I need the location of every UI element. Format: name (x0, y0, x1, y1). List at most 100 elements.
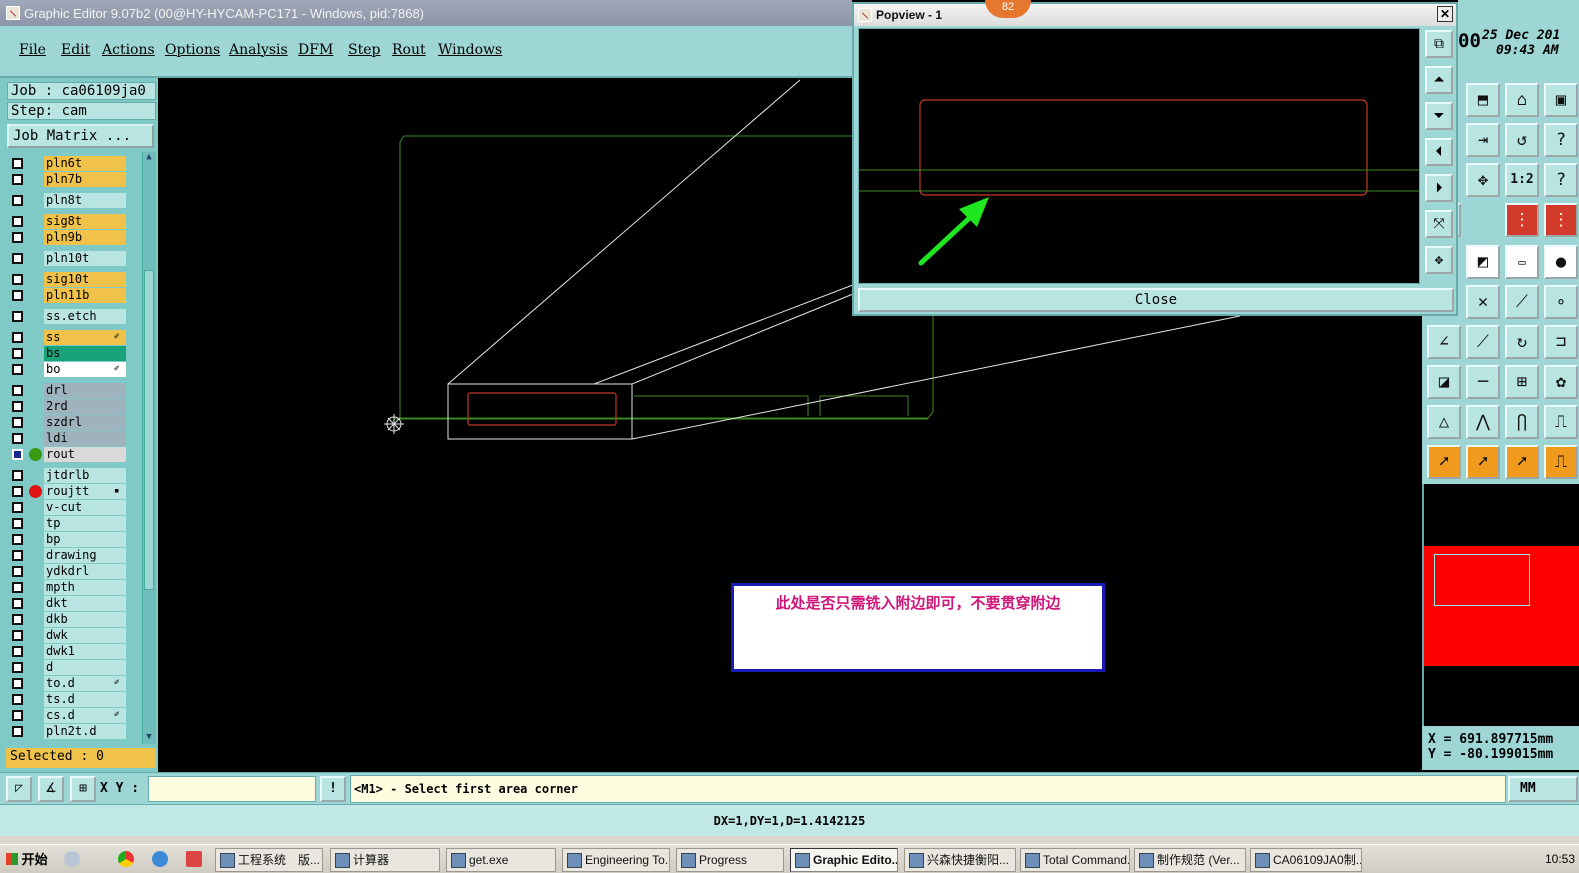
layer-name[interactable]: bp (44, 532, 126, 547)
layer-row[interactable]: sig8t (7, 214, 141, 229)
task-item[interactable]: 计算器 (330, 848, 440, 872)
layer-row[interactable]: mpth (7, 580, 141, 595)
layer-name[interactable]: pln11b (44, 288, 126, 303)
select-dark-pointer-icon[interactable]: ➚ (1505, 445, 1539, 479)
zoom-1-2-icon[interactable]: 1:2 (1505, 163, 1539, 197)
layer-name[interactable]: pln6t (44, 156, 126, 171)
layer-row[interactable]: tp (7, 516, 141, 531)
layer-row[interactable]: ldi (7, 431, 141, 446)
layer-row[interactable]: cs.d ✐ (7, 708, 141, 723)
layer-name[interactable]: 2rd (44, 399, 126, 414)
peak-icon[interactable]: ⋀ (1466, 405, 1500, 439)
layer-row[interactable]: bp (7, 532, 141, 547)
layer-row[interactable]: dwk1 (7, 644, 141, 659)
zoom-query-icon[interactable]: ? (1544, 163, 1578, 197)
layer-checkbox[interactable] (12, 364, 23, 375)
node-icon[interactable]: ∘ (1544, 285, 1578, 319)
layer-name[interactable]: mpth (44, 580, 126, 595)
layer-name[interactable]: pln10t (44, 251, 126, 266)
layer-row[interactable]: dwk (7, 628, 141, 643)
layer-checkbox[interactable] (12, 449, 23, 460)
layer-name[interactable]: sig10t (44, 272, 126, 287)
layer-name[interactable]: rout (44, 447, 126, 462)
layer-checkbox[interactable] (12, 385, 23, 396)
grid-icon[interactable]: ⊞ (70, 776, 96, 802)
layer-checkbox[interactable] (12, 678, 23, 689)
angle-icon[interactable]: ∠ (1427, 325, 1461, 359)
scroll-up-icon[interactable]: ▲ (144, 152, 154, 164)
layer-name[interactable]: dkb (44, 612, 126, 627)
layer-row[interactable]: sig10t (7, 272, 141, 287)
layer-checkbox[interactable] (12, 158, 23, 169)
layer-checkbox[interactable] (12, 274, 23, 285)
quicklaunch-desktop-icon[interactable] (64, 851, 80, 867)
layer-name[interactable]: jtdrlb (44, 468, 126, 483)
layer-name[interactable]: d (44, 660, 126, 675)
task-item[interactable]: 制作规范 (Ver... (1134, 848, 1246, 872)
popview-pan-down-icon[interactable]: ⏷ (1425, 102, 1453, 130)
cross-icon[interactable]: ✕ (1466, 285, 1500, 319)
task-item[interactable]: Progress (676, 848, 784, 872)
layer-checkbox[interactable] (12, 566, 23, 577)
layer-name[interactable]: dwk (44, 628, 126, 643)
menu-file[interactable]: File (19, 42, 46, 58)
layer-name[interactable]: ts.d (44, 692, 126, 707)
layer-checkbox[interactable] (12, 550, 23, 561)
quicklaunch-chrome-icon[interactable] (118, 851, 134, 867)
layer-row[interactable]: drawing (7, 548, 141, 563)
menu-step[interactable]: Step (348, 42, 380, 58)
layer-name[interactable]: pln8t (44, 193, 126, 208)
layer-name[interactable]: drawing (44, 548, 126, 563)
layer-checkbox[interactable] (12, 232, 23, 243)
layer-checkbox[interactable] (12, 311, 23, 322)
layer-name[interactable]: pln9b (44, 230, 126, 245)
layer-row[interactable]: to.d ✐ (7, 676, 141, 691)
popview-center-icon[interactable]: ✥ (1425, 246, 1453, 274)
snap-grid-icon[interactable]: ◸ (6, 776, 32, 802)
layer-name[interactable]: dkt (44, 596, 126, 611)
window-view-icon[interactable]: ▣ (1544, 83, 1578, 117)
layer-checkbox[interactable] (12, 433, 23, 444)
layer-checkbox[interactable] (12, 630, 23, 641)
layer-checkbox[interactable] (12, 216, 23, 227)
layer-row[interactable]: dkb (7, 612, 141, 627)
select-step-icon[interactable]: ⎍ (1544, 445, 1578, 479)
menu-edit[interactable]: Edit (61, 42, 90, 58)
layer-name[interactable]: dwk1 (44, 644, 126, 659)
layer-row[interactable]: drl (7, 383, 141, 398)
redraw-icon[interactable]: ↺ (1505, 123, 1539, 157)
task-item[interactable]: CA06109JA0制... (1250, 848, 1362, 872)
layer-row[interactable]: ss ✐ (7, 330, 141, 345)
task-item[interactable]: get.exe (446, 848, 556, 872)
save-view-icon[interactable]: ⬒ (1466, 83, 1500, 117)
popview-fit-icon[interactable]: ⤧ (1425, 210, 1453, 238)
layer-checkbox[interactable] (12, 290, 23, 301)
layer-name[interactable]: ss.etch (44, 309, 126, 324)
popview-pan-up-icon[interactable]: ⏶ (1425, 66, 1453, 94)
layer-row[interactable]: roujtt ▪ (7, 484, 141, 499)
layer-checkbox[interactable] (12, 174, 23, 185)
task-item[interactable]: Engineering To... (562, 848, 670, 872)
menu-analysis[interactable]: Analysis (229, 42, 288, 58)
units-button[interactable]: MM (1508, 776, 1578, 802)
home-view-icon[interactable]: ⌂ (1505, 83, 1539, 117)
xy-input[interactable] (148, 776, 316, 802)
layer-row[interactable]: pln9b (7, 230, 141, 245)
layer-row[interactable]: ts.d (7, 692, 141, 707)
layer-name[interactable]: ydkdrl (44, 564, 126, 579)
layer-row[interactable]: pln11b (7, 288, 141, 303)
layer-checkbox[interactable] (12, 401, 23, 412)
arch-icon[interactable]: ⋂ (1505, 405, 1539, 439)
layer-checkbox[interactable] (12, 417, 23, 428)
scroll-down-icon[interactable]: ▼ (144, 732, 154, 744)
scroll-thumb[interactable] (144, 270, 154, 590)
alert-icon[interactable]: ! (320, 776, 346, 802)
task-item[interactable]: 兴森快捷衡阳... (904, 848, 1016, 872)
slash-icon[interactable]: ⟋ (1466, 325, 1500, 359)
popview-title-bar[interactable]: Popview - 1 (854, 4, 1456, 26)
popview-pan-right-icon[interactable]: ⏵ (1425, 174, 1453, 202)
point-add-icon[interactable]: ◪ (1427, 365, 1461, 399)
layer-row[interactable]: d (7, 660, 141, 675)
line-point-icon[interactable]: ⟋ (1505, 285, 1539, 319)
popview-zoom-in-icon[interactable]: ⧉ (1425, 30, 1453, 58)
